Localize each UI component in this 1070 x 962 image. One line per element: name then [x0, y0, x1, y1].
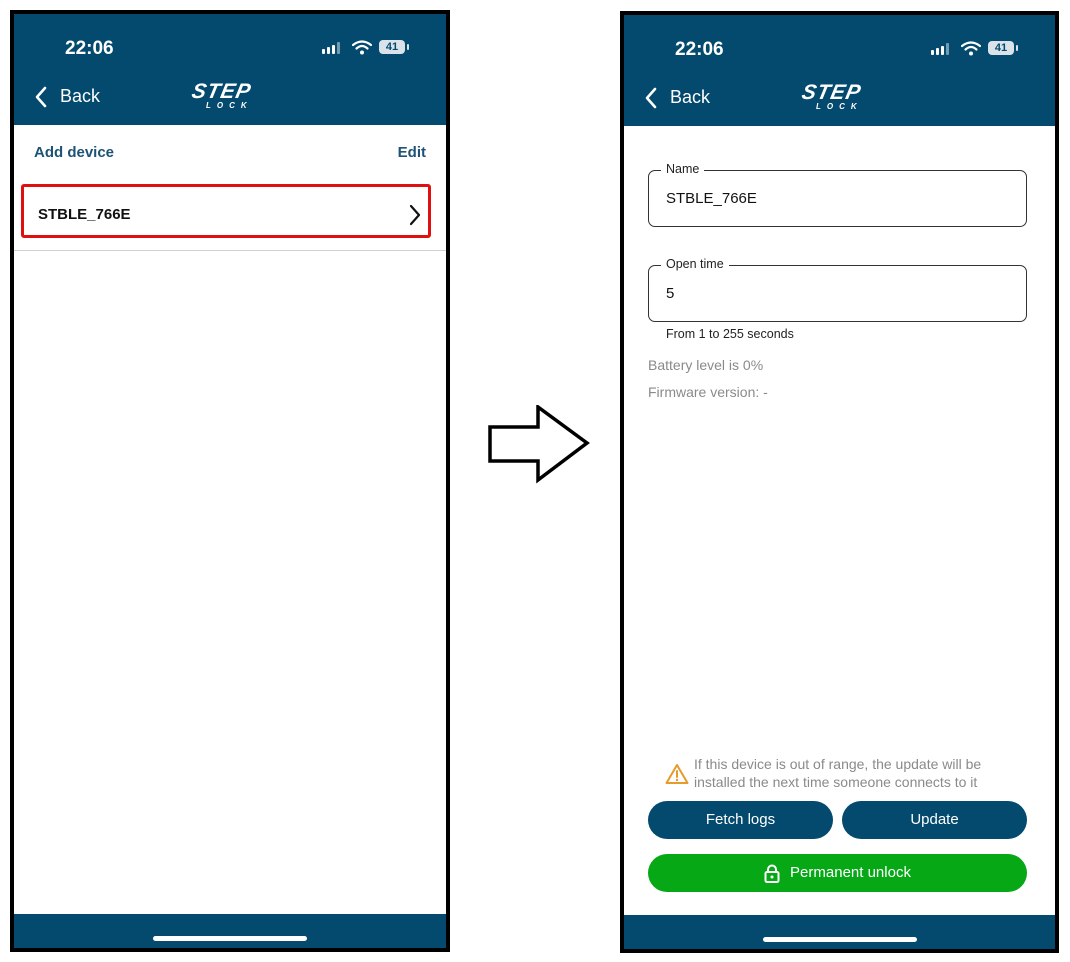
- app-header: 22:06 41 Back STEP LOCK: [14, 14, 446, 125]
- open-time-field-value: 5: [666, 285, 675, 302]
- logo-sub: LOCK: [816, 102, 863, 111]
- fetch-logs-button[interactable]: Fetch logs: [648, 801, 833, 839]
- home-indicator[interactable]: [762, 937, 917, 942]
- name-field[interactable]: Name STBLE_766E: [648, 162, 1027, 227]
- back-label: Back: [60, 86, 101, 106]
- update-warning-text: If this device is out of range, the upda…: [694, 756, 982, 790]
- list-divider: [14, 250, 446, 251]
- battery-icon: 41: [379, 40, 405, 54]
- phone-screen-device-detail: 22:06 41 Back STEP LOCK Name STBLE_766E …: [620, 11, 1059, 953]
- bottom-bar: [14, 914, 446, 948]
- edit-button[interactable]: Edit: [398, 144, 426, 161]
- status-time: 22:06: [675, 39, 724, 60]
- wifi-icon: [961, 41, 981, 56]
- battery-level-text: Battery level is 0%: [648, 357, 764, 373]
- permanent-unlock-button[interactable]: Permanent unlock: [648, 854, 1027, 892]
- fetch-logs-label: Fetch logs: [705, 811, 776, 828]
- back-label: Back: [670, 87, 711, 107]
- back-chevron-icon: [645, 87, 657, 109]
- permanent-unlock-label: Permanent unlock: [790, 864, 911, 881]
- warning-icon: [665, 764, 689, 784]
- right-arrow-icon: [488, 405, 590, 484]
- steplock-logo: STEP LOCK: [190, 80, 272, 114]
- battery-cap: [1016, 45, 1018, 51]
- open-time-field-label: Open time: [661, 257, 729, 271]
- lock-icon: [764, 864, 780, 883]
- update-label: Update: [910, 811, 959, 828]
- open-time-helper-text: From 1 to 255 seconds: [666, 327, 794, 341]
- steplock-logo: STEP LOCK: [800, 81, 882, 115]
- home-indicator[interactable]: [153, 936, 307, 941]
- firmware-version-text: Firmware version: -: [648, 384, 768, 400]
- open-time-field[interactable]: Open time 5: [648, 257, 1027, 322]
- name-field-value: STBLE_766E: [666, 190, 757, 207]
- bottom-bar: [624, 915, 1055, 949]
- update-button[interactable]: Update: [842, 801, 1027, 839]
- app-header: 22:06 41 Back STEP LOCK: [624, 15, 1055, 126]
- wifi-icon: [352, 40, 372, 55]
- name-field-label: Name: [661, 162, 705, 176]
- back-chevron-icon: [35, 86, 47, 108]
- signal-icon: [931, 43, 953, 55]
- add-device-button[interactable]: Add device: [34, 144, 114, 161]
- back-button[interactable]: Back: [644, 85, 724, 113]
- battery-cap: [407, 44, 409, 50]
- signal-icon: [322, 42, 344, 54]
- battery-icon: 41: [988, 41, 1014, 55]
- back-button[interactable]: Back: [34, 84, 114, 112]
- phone-screen-device-list: 22:06 41 Back STEP LOCK Add device Edit: [10, 10, 450, 952]
- selection-highlight: [21, 184, 431, 238]
- logo-sub: LOCK: [206, 101, 253, 110]
- status-time: 22:06: [65, 38, 114, 59]
